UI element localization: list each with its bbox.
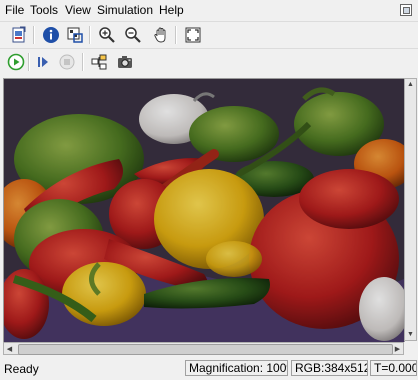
fit-to-window-icon (185, 27, 201, 43)
scroll-down-arrow-icon[interactable]: ▼ (405, 329, 416, 340)
pixel-region-icon (67, 27, 83, 43)
horizontal-scrollbar[interactable]: ◀ ▶ (3, 342, 404, 355)
step-forward-button[interactable] (33, 52, 53, 72)
pan-button[interactable] (151, 25, 171, 45)
info-icon (43, 27, 59, 43)
zoom-out-icon (125, 27, 141, 43)
fit-to-window-button[interactable] (183, 25, 203, 45)
start-simulation-button[interactable] (6, 52, 26, 72)
main-toolbar (0, 21, 418, 48)
peppers-image (4, 79, 404, 342)
stop-simulation-icon (59, 54, 75, 70)
magnification-field: Magnification: 100% (185, 360, 288, 376)
highlight-block-icon (91, 54, 107, 70)
image-info-field: RGB:384x512 (291, 360, 368, 376)
scroll-corner (404, 342, 417, 355)
horizontal-scroll-thumb[interactable] (18, 344, 393, 355)
status-ready-text: Ready (4, 362, 39, 376)
menu-bar: File Tools View Simulation Help (0, 0, 418, 19)
image-info-button[interactable] (41, 25, 61, 45)
simulation-time-field: T=0.000 (370, 360, 417, 376)
start-simulation-icon (7, 53, 25, 71)
zoom-in-button[interactable] (97, 25, 117, 45)
zoom-in-icon (99, 27, 115, 43)
menu-tools[interactable]: Tools (30, 3, 58, 17)
pan-hand-icon (154, 27, 166, 43)
scroll-up-arrow-icon[interactable]: ▲ (405, 79, 416, 90)
undock-icon[interactable] (400, 4, 412, 16)
simulation-toolbar (0, 48, 418, 75)
pixel-region-button[interactable] (65, 25, 85, 45)
menu-help[interactable]: Help (159, 3, 184, 17)
menu-view[interactable]: View (65, 3, 91, 17)
print-to-figure-icon (12, 26, 26, 43)
zoom-out-button[interactable] (123, 25, 143, 45)
print-to-figure-button[interactable] (9, 25, 29, 45)
stop-simulation-button[interactable] (57, 52, 77, 72)
step-forward-icon (38, 57, 48, 67)
menu-file[interactable]: File (5, 3, 24, 17)
scroll-right-arrow-icon[interactable]: ▶ (392, 343, 403, 354)
image-viewport[interactable] (3, 78, 405, 343)
scroll-left-arrow-icon[interactable]: ◀ (4, 343, 15, 354)
highlight-block-button[interactable] (89, 52, 109, 72)
snapshot-button[interactable] (115, 52, 135, 72)
menu-simulation[interactable]: Simulation (97, 3, 153, 17)
status-bar: Ready Magnification: 100% RGB:384x512 T=… (0, 357, 418, 380)
vertical-scrollbar[interactable]: ▲ ▼ (404, 78, 417, 341)
snapshot-camera-icon (118, 56, 132, 68)
